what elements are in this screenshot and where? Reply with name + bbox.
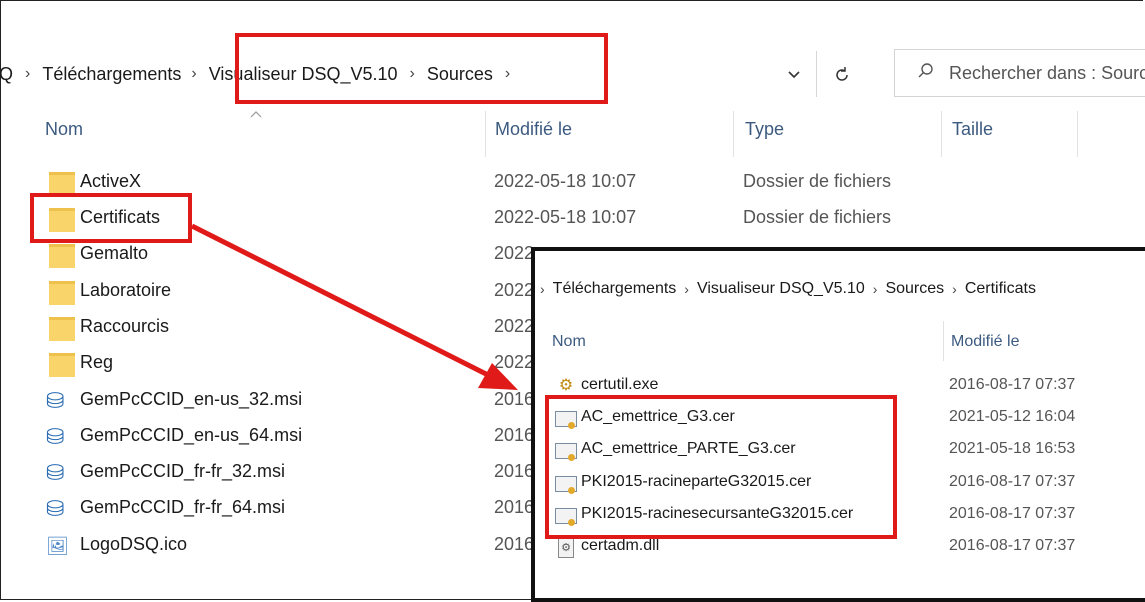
column-divider[interactable] bbox=[943, 321, 944, 361]
file-modified: 2021-05-12 16:04 bbox=[949, 408, 1076, 425]
dll-icon: ⚙ bbox=[558, 536, 574, 558]
file-modified: 2021-05-18 16:53 bbox=[949, 440, 1076, 457]
chevron-right-icon: › bbox=[540, 281, 545, 297]
executable-icon: ⚙ bbox=[558, 377, 574, 394]
file-modified: 2016-08-17 07:37 bbox=[949, 376, 1076, 393]
certificats-window: › Téléchargements › Visualiseur DSQ_V5.1… bbox=[531, 247, 1145, 602]
breadcrumb-item[interactable]: Téléchargements bbox=[553, 280, 677, 298]
file-modified: 2016-08-17 07:37 bbox=[949, 505, 1076, 522]
file-modified: 2016-08-17 07:37 bbox=[949, 473, 1076, 490]
breadcrumb-item[interactable]: Certificats bbox=[965, 280, 1036, 298]
popup-address-bar[interactable]: › Téléchargements › Visualiseur DSQ_V5.1… bbox=[535, 269, 1145, 309]
chevron-right-icon: › bbox=[872, 281, 878, 297]
column-header-name[interactable]: Nom bbox=[552, 333, 586, 351]
chevron-right-icon: › bbox=[952, 281, 957, 297]
breadcrumb-item[interactable]: Sources bbox=[885, 280, 944, 298]
file-name: certutil.exe bbox=[581, 376, 659, 393]
highlight-box-cer-files bbox=[545, 395, 897, 539]
file-modified: 2016-08-17 07:37 bbox=[949, 537, 1076, 554]
breadcrumb-item[interactable]: Visualiseur DSQ_V5.10 bbox=[697, 280, 865, 298]
column-header-modified[interactable]: Modifié le bbox=[951, 333, 1019, 351]
chevron-right-icon: › bbox=[684, 281, 689, 297]
file-name: certadm.dll bbox=[581, 537, 660, 554]
